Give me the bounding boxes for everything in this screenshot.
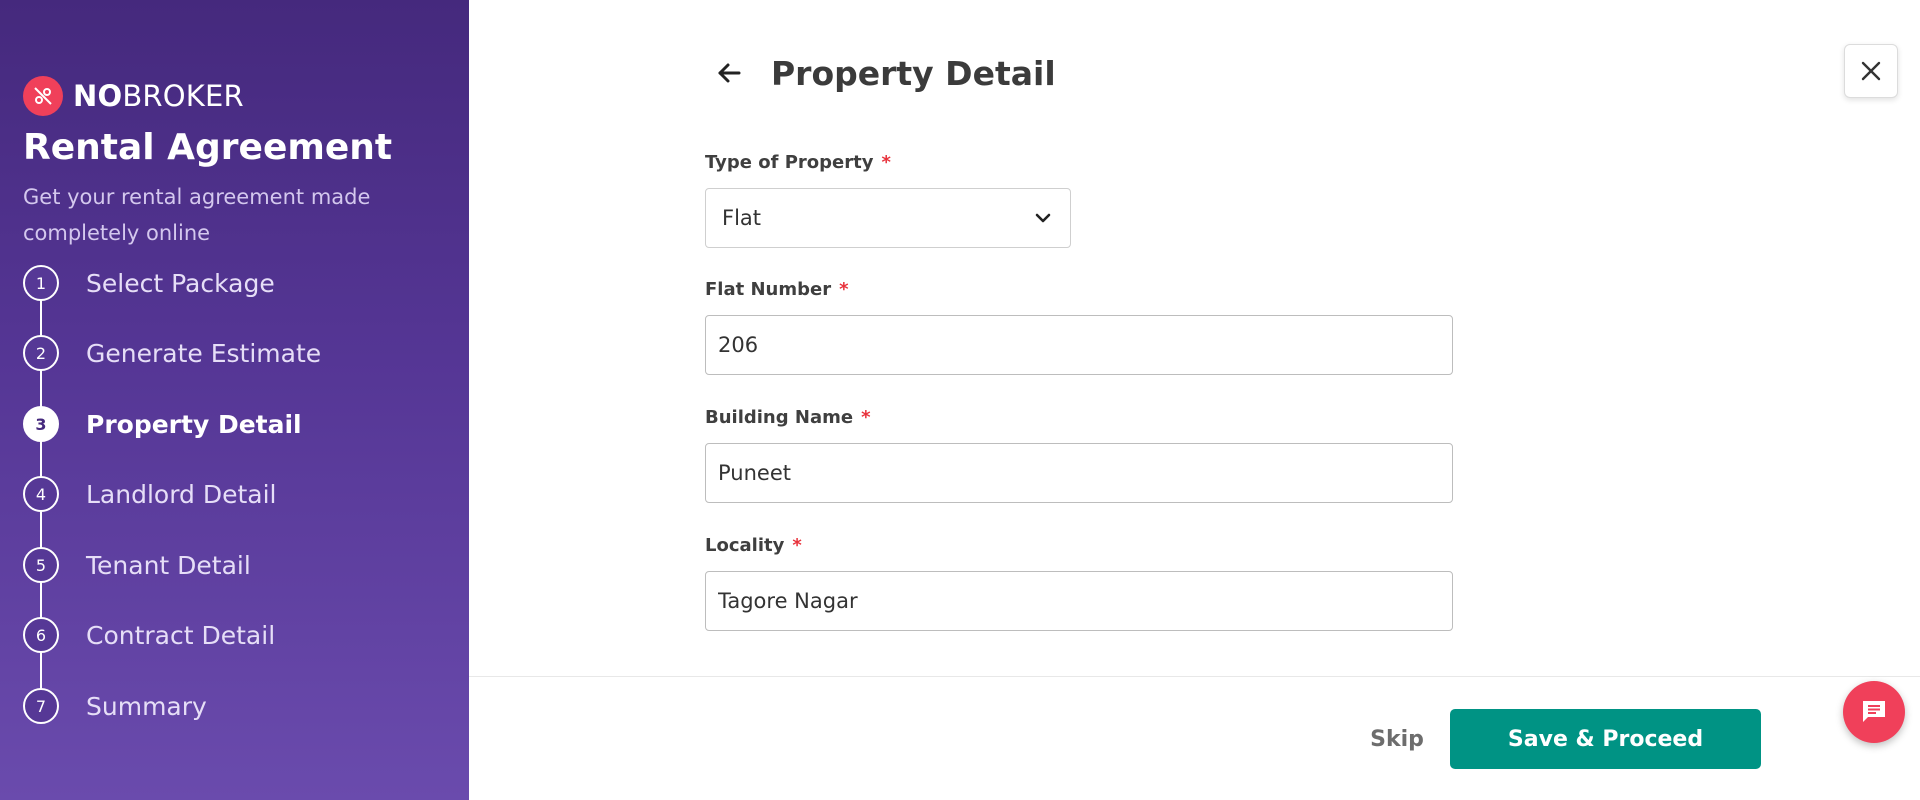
- brand-name-regular: BROKER: [122, 78, 244, 113]
- step-landlord-detail[interactable]: 4 Landlord Detail: [23, 476, 277, 512]
- step-number: 6: [23, 617, 59, 653]
- step-contract-detail[interactable]: 6 Contract Detail: [23, 617, 275, 653]
- flat-number-label: Flat Number: [705, 279, 832, 300]
- step-number: 5: [23, 547, 59, 583]
- locality-input[interactable]: [705, 571, 1453, 631]
- field-label: Locality *: [705, 533, 1455, 559]
- step-number: 2: [23, 335, 59, 371]
- field-label: Flat Number *: [705, 277, 1455, 303]
- step-number: 7: [23, 688, 59, 724]
- building-name-field: Building Name *: [705, 405, 1455, 503]
- locality-label: Locality: [705, 535, 785, 556]
- step-summary[interactable]: 7 Summary: [23, 688, 207, 724]
- required-mark: *: [839, 279, 849, 300]
- required-mark: *: [881, 152, 891, 173]
- step-label: Contract Detail: [86, 620, 276, 650]
- building-name-label: Building Name: [705, 407, 854, 428]
- step-label: Generate Estimate: [86, 338, 322, 368]
- step-label: Property Detail: [86, 409, 302, 439]
- field-label: Type of Property *: [705, 150, 1455, 176]
- step-number: 1: [23, 265, 59, 301]
- step-label: Landlord Detail: [86, 479, 277, 509]
- step-select-package[interactable]: 1 Select Package: [23, 265, 275, 301]
- step-label: Tenant Detail: [86, 550, 251, 580]
- step-number: 3: [23, 406, 59, 442]
- locality-field: Locality *: [705, 533, 1455, 631]
- arrow-left-icon: [718, 63, 741, 83]
- step-tenant-detail[interactable]: 5 Tenant Detail: [23, 547, 251, 583]
- field-label: Building Name *: [705, 405, 1455, 431]
- flat-number-input[interactable]: [705, 315, 1453, 375]
- chat-button[interactable]: [1843, 681, 1905, 743]
- brand[interactable]: NOBROKER: [23, 76, 469, 116]
- step-label: Summary: [86, 691, 207, 721]
- sidebar-subtitle: Get your rental agreement made completel…: [23, 185, 371, 246]
- close-button[interactable]: [1844, 44, 1898, 98]
- step-property-detail[interactable]: 3 Property Detail: [23, 406, 302, 442]
- sidebar-title: Rental Agreement: [23, 127, 393, 168]
- save-and-proceed-button[interactable]: Save & Proceed: [1450, 709, 1761, 769]
- chat-icon: [1863, 701, 1885, 722]
- step-label: Select Package: [86, 268, 275, 298]
- footer-divider: [469, 676, 1920, 677]
- flat-number-field: Flat Number *: [705, 277, 1455, 375]
- step-generate-estimate[interactable]: 2 Generate Estimate: [23, 335, 321, 371]
- chevron-down-icon: [1035, 213, 1051, 223]
- page-title: Property Detail: [771, 53, 1056, 93]
- sidebar: NOBROKER Rental Agreement Get your renta…: [0, 0, 469, 800]
- required-mark: *: [792, 535, 802, 556]
- page-header: Property Detail: [709, 48, 1056, 98]
- skip-button[interactable]: Skip: [1357, 714, 1437, 764]
- select-value: Flat: [722, 206, 762, 230]
- app-root: NOBROKER Rental Agreement Get your renta…: [0, 0, 1920, 800]
- close-icon: [1861, 61, 1881, 81]
- type-of-property-select[interactable]: Flat: [705, 188, 1071, 248]
- main-panel: Property Detail Type of Property * Flat: [469, 0, 1920, 800]
- step-number: 4: [23, 476, 59, 512]
- brand-name: NOBROKER: [73, 78, 244, 113]
- building-name-input[interactable]: [705, 443, 1453, 503]
- type-of-property-field: Type of Property * Flat: [705, 150, 1455, 248]
- required-mark: *: [861, 407, 871, 428]
- brand-name-bold: NO: [73, 78, 123, 113]
- nobroker-logo-icon: [23, 76, 63, 116]
- back-button[interactable]: [709, 53, 749, 93]
- type-of-property-label: Type of Property: [705, 152, 874, 173]
- property-detail-form: Type of Property * Flat Flat Number * Buil…: [705, 150, 1455, 661]
